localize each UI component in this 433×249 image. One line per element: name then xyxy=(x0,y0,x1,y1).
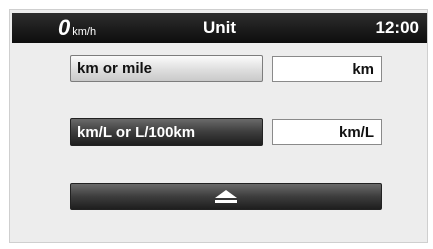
status-bar: 0 km/h Unit 12:00 xyxy=(12,13,427,43)
page-title: Unit xyxy=(202,18,237,37)
back-up-button[interactable] xyxy=(70,183,382,210)
clock: 12:00 xyxy=(375,18,419,37)
fuel-economy-unit-value: km/L xyxy=(272,119,382,145)
fuel-economy-unit-button[interactable]: km/L or L/100km xyxy=(70,118,263,146)
distance-unit-button[interactable]: km or mile xyxy=(70,55,263,82)
fuel-economy-unit-label: km/L or L/100km xyxy=(77,123,196,141)
eject-up-icon xyxy=(215,190,237,203)
distance-unit-value: km xyxy=(272,56,382,82)
distance-unit-label: km or mile xyxy=(77,60,153,77)
